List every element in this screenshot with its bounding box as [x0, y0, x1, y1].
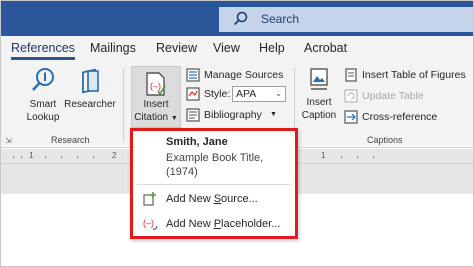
style-icon [186, 87, 200, 101]
chevron-down-icon: ⌄ [275, 89, 282, 98]
tab-review[interactable]: Review [156, 41, 197, 55]
ruler-mark: 2 [112, 151, 117, 160]
insert-caption-label-2: Caption [301, 110, 337, 121]
dialog-launcher-icon[interactable]: ⇲ [5, 136, 12, 145]
insert-citation-button[interactable]: (–) Insert Citation ▼ [131, 66, 181, 128]
researcher-icon [82, 68, 99, 94]
bibliography-label: Bibliography [204, 109, 262, 121]
smart-lookup-label-2: Lookup [26, 112, 60, 123]
ruler-mark: 1 [29, 151, 34, 160]
manage-sources-icon [186, 68, 200, 82]
tab-view[interactable]: View [213, 41, 240, 55]
insert-citation-label-2: Citation [134, 112, 169, 123]
citation-title: Example Book Title, [166, 152, 264, 164]
insert-table-of-figures-label: Insert Table of Figures [362, 69, 466, 81]
tab-mailings[interactable]: Mailings [90, 41, 136, 55]
tab-help[interactable]: Help [259, 41, 285, 55]
insert-caption-button[interactable]: Insert Caption [299, 66, 339, 122]
smart-lookup-icon [32, 68, 54, 91]
style-value: APA [236, 88, 257, 100]
word-window: Search References Mailings Review View H… [0, 0, 474, 267]
captions-group-label: Captions [367, 135, 403, 145]
add-new-placeholder-item[interactable]: (–) Add New Placeholder... [133, 214, 295, 234]
citation-author: Smith, Jane [166, 136, 228, 148]
ribbon-tabs: References Mailings Review View Help Acr… [1, 36, 473, 62]
insert-caption-label-1: Insert [306, 97, 332, 108]
insert-caption-icon [310, 68, 328, 90]
tab-references[interactable]: References [11, 41, 75, 60]
title-bar: Search [1, 1, 473, 36]
table-of-figures-icon [345, 68, 357, 82]
smart-lookup-label-1: Smart [29, 99, 57, 110]
insert-citation-dropdown: Smith, Jane Example Book Title, (1974) A… [130, 128, 298, 239]
ruler-mark: 1 [321, 151, 326, 160]
svg-text:(–): (–) [150, 81, 161, 91]
add-placeholder-icon: (–) [143, 218, 158, 230]
manage-sources-label: Manage Sources [204, 69, 284, 81]
bibliography-icon [186, 108, 200, 122]
search-label: Search [261, 12, 300, 26]
add-new-source-item[interactable]: Add New Source... [133, 189, 295, 209]
group-separator [123, 68, 124, 142]
cross-reference-label: Cross-reference [362, 111, 438, 123]
researcher-label: Researcher [64, 99, 116, 110]
smart-lookup-button[interactable]: Smart Lookup [23, 66, 63, 124]
add-new-source-label: Add New Source... [166, 193, 258, 205]
tab-acrobat[interactable]: Acrobat [304, 41, 347, 55]
insert-citation-label-1: Insert [143, 99, 169, 110]
update-table-icon [344, 89, 358, 103]
search-icon [233, 11, 248, 26]
add-source-icon [143, 192, 156, 206]
menu-separator [137, 184, 291, 185]
update-table-label: Update Table [362, 90, 424, 102]
cross-reference-icon [344, 110, 358, 124]
search-box[interactable]: Search [219, 7, 473, 32]
chevron-down-icon: ▼ [270, 111, 277, 118]
citation-source-item[interactable]: Smith, Jane Example Book Title, (1974) [133, 134, 295, 182]
add-new-placeholder-label: Add New Placeholder... [166, 218, 281, 230]
research-group-label: Research [51, 135, 90, 145]
style-label: Style: [204, 88, 231, 100]
style-dropdown[interactable]: APA ⌄ [232, 86, 286, 102]
insert-citation-icon: (–) [146, 72, 166, 96]
svg-text:(–): (–) [143, 218, 154, 228]
researcher-button[interactable]: Researcher [62, 66, 118, 111]
citation-year: (1974) [166, 166, 198, 178]
chevron-down-icon: ▼ [170, 115, 178, 122]
